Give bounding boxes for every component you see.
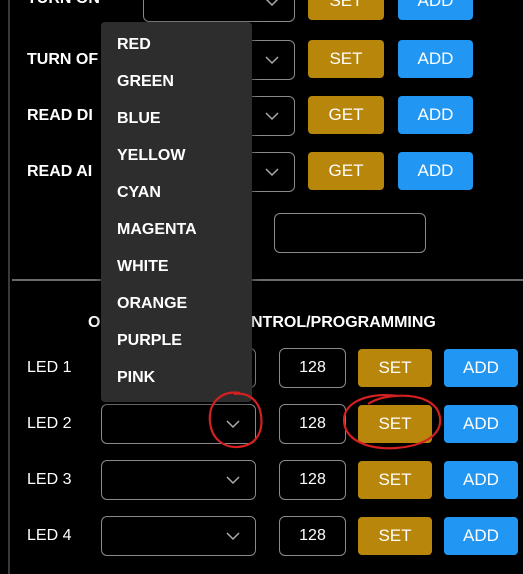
annotation-circle-chevron — [208, 391, 263, 449]
led-1-set-button[interactable]: SET — [358, 349, 432, 387]
led-3-color-select[interactable] — [101, 460, 256, 500]
annotation-circle-set-button — [342, 394, 442, 450]
read-di-get-button[interactable]: GET — [308, 96, 384, 134]
led-1-brightness-field[interactable]: 128 — [279, 348, 346, 388]
led-4-set-button[interactable]: SET — [358, 517, 432, 555]
dropdown-option-red[interactable]: RED — [117, 36, 151, 54]
chevron-down-icon — [265, 0, 279, 7]
dropdown-option-orange[interactable]: ORANGE — [117, 295, 187, 313]
dropdown-option-magenta[interactable]: MAGENTA — [117, 221, 197, 239]
row-label-read-di: READ DI — [27, 107, 93, 124]
led-4-brightness-field[interactable]: 128 — [279, 516, 346, 556]
turn-off-add-button[interactable]: ADD — [398, 40, 473, 78]
read-di-add-button[interactable]: ADD — [398, 96, 473, 134]
led-1-label: LED 1 — [27, 359, 72, 376]
row-label-turn-off: TURN OF — [27, 51, 99, 68]
chevron-down-icon — [265, 112, 279, 121]
section-title-left-fragment: O — [88, 314, 101, 331]
left-frame-border — [8, 0, 10, 574]
row-label-turn-on: TURN ON — [27, 0, 100, 8]
read-ai-get-button[interactable]: GET — [308, 152, 384, 190]
chevron-down-icon — [265, 56, 279, 65]
dropdown-option-blue[interactable]: BLUE — [117, 110, 161, 128]
read-ai-add-button[interactable]: ADD — [398, 152, 473, 190]
turn-off-set-button[interactable]: SET — [308, 40, 384, 78]
turn-on-select[interactable] — [143, 0, 295, 22]
chevron-down-icon — [226, 532, 240, 541]
led-2-label: LED 2 — [27, 415, 72, 432]
section-title-right-fragment: NTROL/PROGRAMMING — [251, 314, 436, 331]
dropdown-option-pink[interactable]: PINK — [117, 369, 155, 387]
dropdown-option-cyan[interactable]: CYAN — [117, 184, 161, 202]
dropdown-option-green[interactable]: GREEN — [117, 73, 174, 91]
led-4-add-button[interactable]: ADD — [444, 517, 518, 555]
read-output-field[interactable] — [274, 213, 426, 253]
led-2-add-button[interactable]: ADD — [444, 405, 518, 443]
turn-on-set-button[interactable]: SET — [308, 0, 384, 20]
led-4-label: LED 4 — [27, 527, 72, 544]
led-3-set-button[interactable]: SET — [358, 461, 432, 499]
chevron-down-icon — [265, 168, 279, 177]
dropdown-option-white[interactable]: WHITE — [117, 258, 169, 276]
turn-on-add-button[interactable]: ADD — [398, 0, 473, 20]
led-4-color-select[interactable] — [101, 516, 256, 556]
chevron-down-icon — [226, 476, 240, 485]
section-divider — [12, 279, 523, 281]
row-label-read-ai: READ AI — [27, 163, 93, 180]
color-dropdown-menu: RED GREEN BLUE YELLOW CYAN MAGENTA WHITE… — [101, 22, 252, 402]
led-3-add-button[interactable]: ADD — [444, 461, 518, 499]
dropdown-option-purple[interactable]: PURPLE — [117, 332, 182, 350]
led-3-brightness-field[interactable]: 128 — [279, 460, 346, 500]
led-3-label: LED 3 — [27, 471, 72, 488]
led-1-add-button[interactable]: ADD — [444, 349, 518, 387]
dropdown-option-yellow[interactable]: YELLOW — [117, 147, 185, 165]
led-2-brightness-field[interactable]: 128 — [279, 404, 346, 444]
